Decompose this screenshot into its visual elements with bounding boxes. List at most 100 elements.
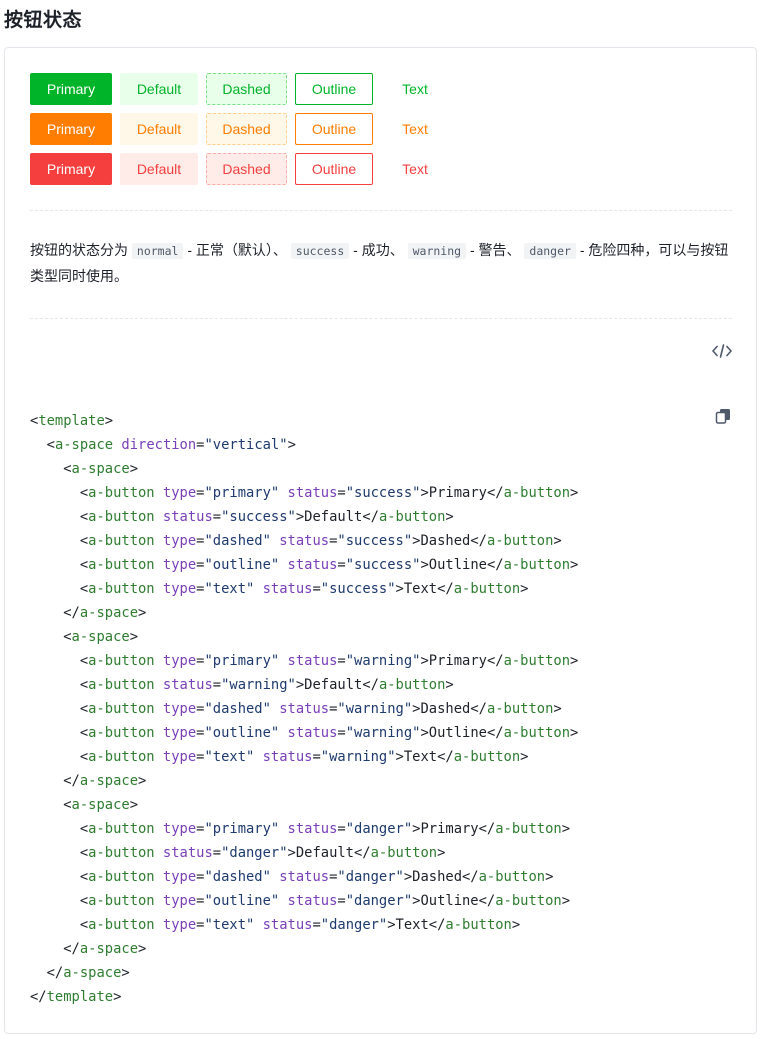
code-token: =	[212, 677, 222, 693]
code-token: a-button	[503, 485, 571, 501]
code-line: <a-space direction="vertical">	[30, 433, 690, 457]
code-token: a-button	[88, 917, 155, 933]
dashed-warning-button[interactable]: Dashed	[206, 113, 287, 145]
code-token: =	[337, 893, 346, 909]
code-line: </a-space>	[30, 961, 690, 985]
code-token: type	[162, 821, 197, 837]
primary-success-button[interactable]: Primary	[30, 73, 112, 105]
code-line: <a-button type="outline" status="success…	[30, 553, 690, 577]
code-token: a-button	[88, 725, 155, 741]
code-line: <a-button type="text" status="warning">T…	[30, 745, 690, 769]
code-token: </	[362, 509, 379, 525]
code-token: <	[79, 917, 89, 933]
dashed-success-button[interactable]: Dashed	[206, 73, 287, 105]
code-token: a-space	[71, 797, 130, 813]
code-token: "success"	[320, 581, 396, 597]
code-token: <	[63, 629, 72, 645]
code-token: </	[486, 653, 504, 669]
default-danger-button[interactable]: Default	[120, 153, 198, 185]
copy-icon[interactable]	[713, 406, 733, 426]
code-token: status	[279, 533, 330, 549]
button-row-success: Primary Default Dashed Outline Text	[30, 73, 457, 105]
desc-text: - 警告、	[469, 242, 521, 258]
code-token: direction	[121, 437, 197, 453]
button-row-danger: Primary Default Dashed Outline Text	[30, 153, 457, 185]
code-token: </	[63, 605, 80, 621]
code-token: >	[104, 413, 114, 429]
code-line: <a-button type="outline" status="danger"…	[30, 889, 690, 913]
code-token: "danger"	[337, 869, 404, 885]
code-token: <	[79, 701, 89, 717]
code-line: <a-button type="primary" status="danger"…	[30, 817, 690, 841]
code-token: >	[403, 869, 413, 885]
demo-card: Primary Default Dashed Outline Text Prim…	[4, 47, 757, 1034]
code-token: =	[337, 725, 346, 741]
code-token: Outline	[428, 557, 487, 573]
code-token: >	[113, 989, 122, 1005]
code-icon[interactable]	[712, 341, 732, 361]
code-token: a-space	[79, 773, 139, 789]
code-token: Dashed	[412, 869, 462, 885]
outline-success-button[interactable]: Outline	[295, 73, 373, 105]
dashed-danger-button[interactable]: Dashed	[206, 153, 287, 185]
primary-warning-button[interactable]: Primary	[30, 113, 112, 145]
outline-danger-button[interactable]: Outline	[295, 153, 373, 185]
code-token: =	[337, 485, 346, 501]
code-token: =	[312, 917, 321, 933]
code-token: >	[287, 845, 296, 861]
default-success-button[interactable]: Default	[120, 73, 198, 105]
code-token: "danger"	[345, 893, 413, 909]
code-token: a-button	[88, 821, 155, 837]
code-token: <	[79, 725, 89, 741]
code-token: Primary	[428, 653, 487, 669]
code-token: a-button	[88, 749, 155, 765]
text-success-button[interactable]: Text	[381, 73, 449, 105]
code-token: >	[553, 701, 562, 717]
code-token: >	[570, 725, 579, 741]
outline-warning-button[interactable]: Outline	[295, 113, 373, 145]
code-token: >	[129, 629, 139, 645]
code-token: a-space	[79, 941, 139, 957]
text-warning-button[interactable]: Text	[381, 113, 449, 145]
code-token: "success"	[337, 533, 413, 549]
code-token: Text	[403, 581, 438, 597]
page-title: 按钮状态	[4, 10, 83, 31]
code-token: "text"	[204, 581, 255, 597]
code-token: template	[46, 989, 114, 1005]
code-token: >	[445, 677, 454, 693]
code-token: >	[553, 533, 562, 549]
default-warning-button[interactable]: Default	[120, 113, 198, 145]
code-token: </	[46, 965, 64, 981]
code-token: a-button	[88, 557, 155, 573]
code-token: a-button	[88, 869, 155, 885]
code-token: "warning"	[337, 701, 413, 717]
code-token: </	[30, 989, 47, 1005]
code-token: a-button	[486, 701, 554, 717]
code-token: >	[520, 581, 529, 597]
primary-danger-button[interactable]: Primary	[30, 153, 112, 185]
code-token: </	[462, 869, 479, 885]
button-row-warning: Primary Default Dashed Outline Text	[30, 113, 457, 145]
code-token: </	[470, 533, 487, 549]
code-token: type	[162, 533, 197, 549]
text-danger-button[interactable]: Text	[381, 153, 449, 185]
code-token: a-button	[88, 677, 155, 693]
code-token: >	[570, 653, 579, 669]
code-token: "dashed"	[204, 701, 271, 717]
code-token: =	[337, 821, 346, 837]
code-token: >	[520, 749, 529, 765]
code-token: >	[437, 845, 446, 861]
